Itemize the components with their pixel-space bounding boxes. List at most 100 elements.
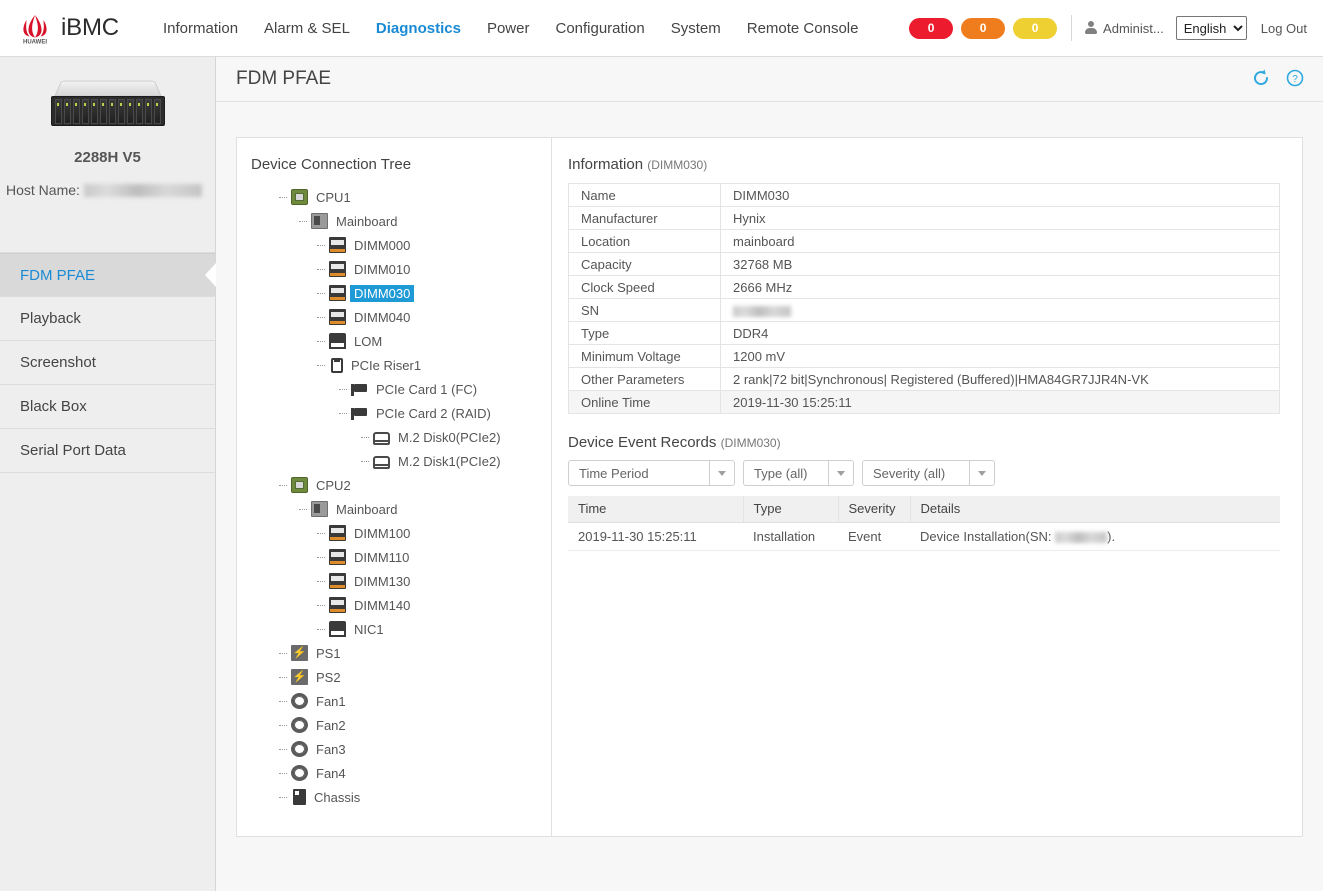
nav-item-information[interactable]: Information <box>163 20 238 37</box>
critical-alarm-badge[interactable]: 0 <box>909 17 954 39</box>
minor-alarm-badge[interactable]: 0 <box>1013 17 1058 39</box>
username-label[interactable]: Administ... <box>1103 21 1164 36</box>
disk-icon <box>373 431 390 445</box>
sidebar-item-black-box[interactable]: Black Box <box>0 385 215 429</box>
nav-item-power[interactable]: Power <box>487 20 530 37</box>
time-period-filter[interactable]: Time Period <box>568 460 735 486</box>
page-title: FDM PFAE <box>236 68 332 89</box>
tree-node-dimm000[interactable]: DIMM000 <box>251 233 551 257</box>
chevron-down-icon[interactable] <box>709 461 734 485</box>
info-value: 2019-11-30 15:25:11 <box>720 390 1280 414</box>
help-icon[interactable]: ? <box>1285 68 1307 90</box>
tree-node-m2-disk0[interactable]: M.2 Disk0(PCIe2) <box>251 425 551 449</box>
tree-node-label: DIMM130 <box>354 573 411 589</box>
filter-label: Time Period <box>579 465 649 481</box>
info-value: mainboard <box>720 229 1280 253</box>
column-header-type[interactable]: Type <box>742 496 838 523</box>
user-area: Administ... English Log Out <box>1084 16 1323 40</box>
device-tree: CPU1 Mainboard DIMM000 DIMM010 DIMM030 D… <box>251 185 551 809</box>
chevron-down-icon[interactable] <box>969 461 994 485</box>
tree-node-m2-disk1[interactable]: M.2 Disk1(PCIe2) <box>251 449 551 473</box>
sidebar-item-playback[interactable]: Playback <box>0 297 215 341</box>
info-key: Online Time <box>568 390 721 414</box>
tree-node-lom[interactable]: LOM <box>251 329 551 353</box>
tree-node-label: DIMM010 <box>354 261 411 277</box>
tree-node-dimm040[interactable]: DIMM040 <box>251 305 551 329</box>
tree-node-fan4[interactable]: Fan4 <box>251 761 551 785</box>
tree-node-ps2[interactable]: PS2 <box>251 665 551 689</box>
sidebar-item-screenshot[interactable]: Screenshot <box>0 341 215 385</box>
table-row: Capacity 32768 MB <box>568 252 1280 276</box>
refresh-icon[interactable] <box>1251 68 1273 90</box>
major-alarm-badge[interactable]: 0 <box>961 17 1006 39</box>
column-header-details[interactable]: Details <box>909 496 1280 523</box>
fan-icon <box>291 717 308 733</box>
tree-node-chassis[interactable]: Chassis <box>251 785 551 809</box>
tree-node-dimm100[interactable]: DIMM100 <box>251 521 551 545</box>
tree-node-label: DIMM000 <box>354 237 411 253</box>
nic-icon <box>329 621 346 637</box>
chevron-down-icon[interactable] <box>828 461 853 485</box>
fan-icon <box>291 693 308 709</box>
info-key: Clock Speed <box>568 275 721 299</box>
divider <box>1071 15 1073 41</box>
type-filter[interactable]: Type (all) <box>743 460 854 486</box>
dimm-icon <box>329 573 346 589</box>
language-select[interactable]: English <box>1175 16 1247 40</box>
info-key: Other Parameters <box>568 367 721 391</box>
chassis-icon <box>293 789 306 805</box>
filter-label: Severity (all) <box>873 465 946 481</box>
table-row: Minimum Voltage 1200 mV <box>568 344 1280 368</box>
tree-node-label: Mainboard <box>336 213 398 229</box>
tree-node-pcie-riser1[interactable]: PCIe Riser1 <box>251 353 551 377</box>
table-header-row: Time Type Severity Details <box>568 496 1280 523</box>
tree-node-fan3[interactable]: Fan3 <box>251 737 551 761</box>
nav-item-remote-console[interactable]: Remote Console <box>747 20 859 37</box>
tree-node-fan1[interactable]: Fan1 <box>251 689 551 713</box>
table-row[interactable]: 2019-11-30 15:25:11 Installation Event D… <box>568 522 1280 551</box>
event-details-prefix: Device Installation(SN: <box>920 528 1052 544</box>
sidebar-item-fdm-pfae[interactable]: FDM PFAE <box>0 253 215 297</box>
tree-node-dimm110[interactable]: DIMM110 <box>251 545 551 569</box>
event-filters: Time Period Type (all) Severity (all) <box>568 460 1280 486</box>
info-key: Type <box>568 321 721 345</box>
tree-node-ps1[interactable]: PS1 <box>251 641 551 665</box>
sidebar-item-serial-port-data[interactable]: Serial Port Data <box>0 429 215 473</box>
tree-node-pcie-card-1[interactable]: PCIe Card 1 (FC) <box>251 377 551 401</box>
tree-node-cpu1[interactable]: CPU1 <box>251 185 551 209</box>
tree-node-fan2[interactable]: Fan2 <box>251 713 551 737</box>
tree-node-dimm030[interactable]: DIMM030 <box>251 281 551 305</box>
events-title: Device Event Records (DIMM030) <box>568 434 1280 451</box>
table-row: Type DDR4 <box>568 321 1280 345</box>
tree-node-dimm130[interactable]: DIMM130 <box>251 569 551 593</box>
tree-node-pcie-card-2[interactable]: PCIe Card 2 (RAID) <box>251 401 551 425</box>
server-model: 2288H V5 <box>74 149 141 166</box>
tree-node-mainboard-1[interactable]: Mainboard <box>251 209 551 233</box>
table-row: Location mainboard <box>568 229 1280 253</box>
tree-node-cpu2[interactable]: CPU2 <box>251 473 551 497</box>
main-nav: Information Alarm & SEL Diagnostics Powe… <box>163 20 884 37</box>
tree-node-mainboard-2[interactable]: Mainboard <box>251 497 551 521</box>
nav-item-system[interactable]: System <box>671 20 721 37</box>
nav-item-alarm-sel[interactable]: Alarm & SEL <box>264 20 350 37</box>
tree-node-label: M.2 Disk1(PCIe2) <box>398 453 501 469</box>
info-value: 1200 mV <box>720 344 1280 368</box>
tree-node-dimm140[interactable]: DIMM140 <box>251 593 551 617</box>
info-key: Name <box>568 183 721 207</box>
severity-filter[interactable]: Severity (all) <box>862 460 995 486</box>
column-header-severity[interactable]: Severity <box>837 496 910 523</box>
logout-button[interactable]: Log Out <box>1261 21 1307 36</box>
nav-item-configuration[interactable]: Configuration <box>555 20 644 37</box>
sidebar: 2288H V5 Host Name: FDM PFAE Playback Sc… <box>0 57 216 891</box>
info-value-redacted <box>720 298 1280 322</box>
tree-node-dimm010[interactable]: DIMM010 <box>251 257 551 281</box>
info-value: 2 rank|72 bit|Synchronous| Registered (B… <box>720 367 1280 391</box>
nav-item-diagnostics[interactable]: Diagnostics <box>376 20 461 37</box>
hostname-label: Host Name: <box>6 182 80 198</box>
info-value: Hynix <box>720 206 1280 230</box>
tree-node-nic1[interactable]: NIC1 <box>251 617 551 641</box>
column-header-time[interactable]: Time <box>568 496 743 523</box>
tree-node-label: CPU1 <box>316 189 351 205</box>
tree-node-label: DIMM100 <box>354 525 411 541</box>
information-title: Information (DIMM030) <box>568 156 1280 173</box>
